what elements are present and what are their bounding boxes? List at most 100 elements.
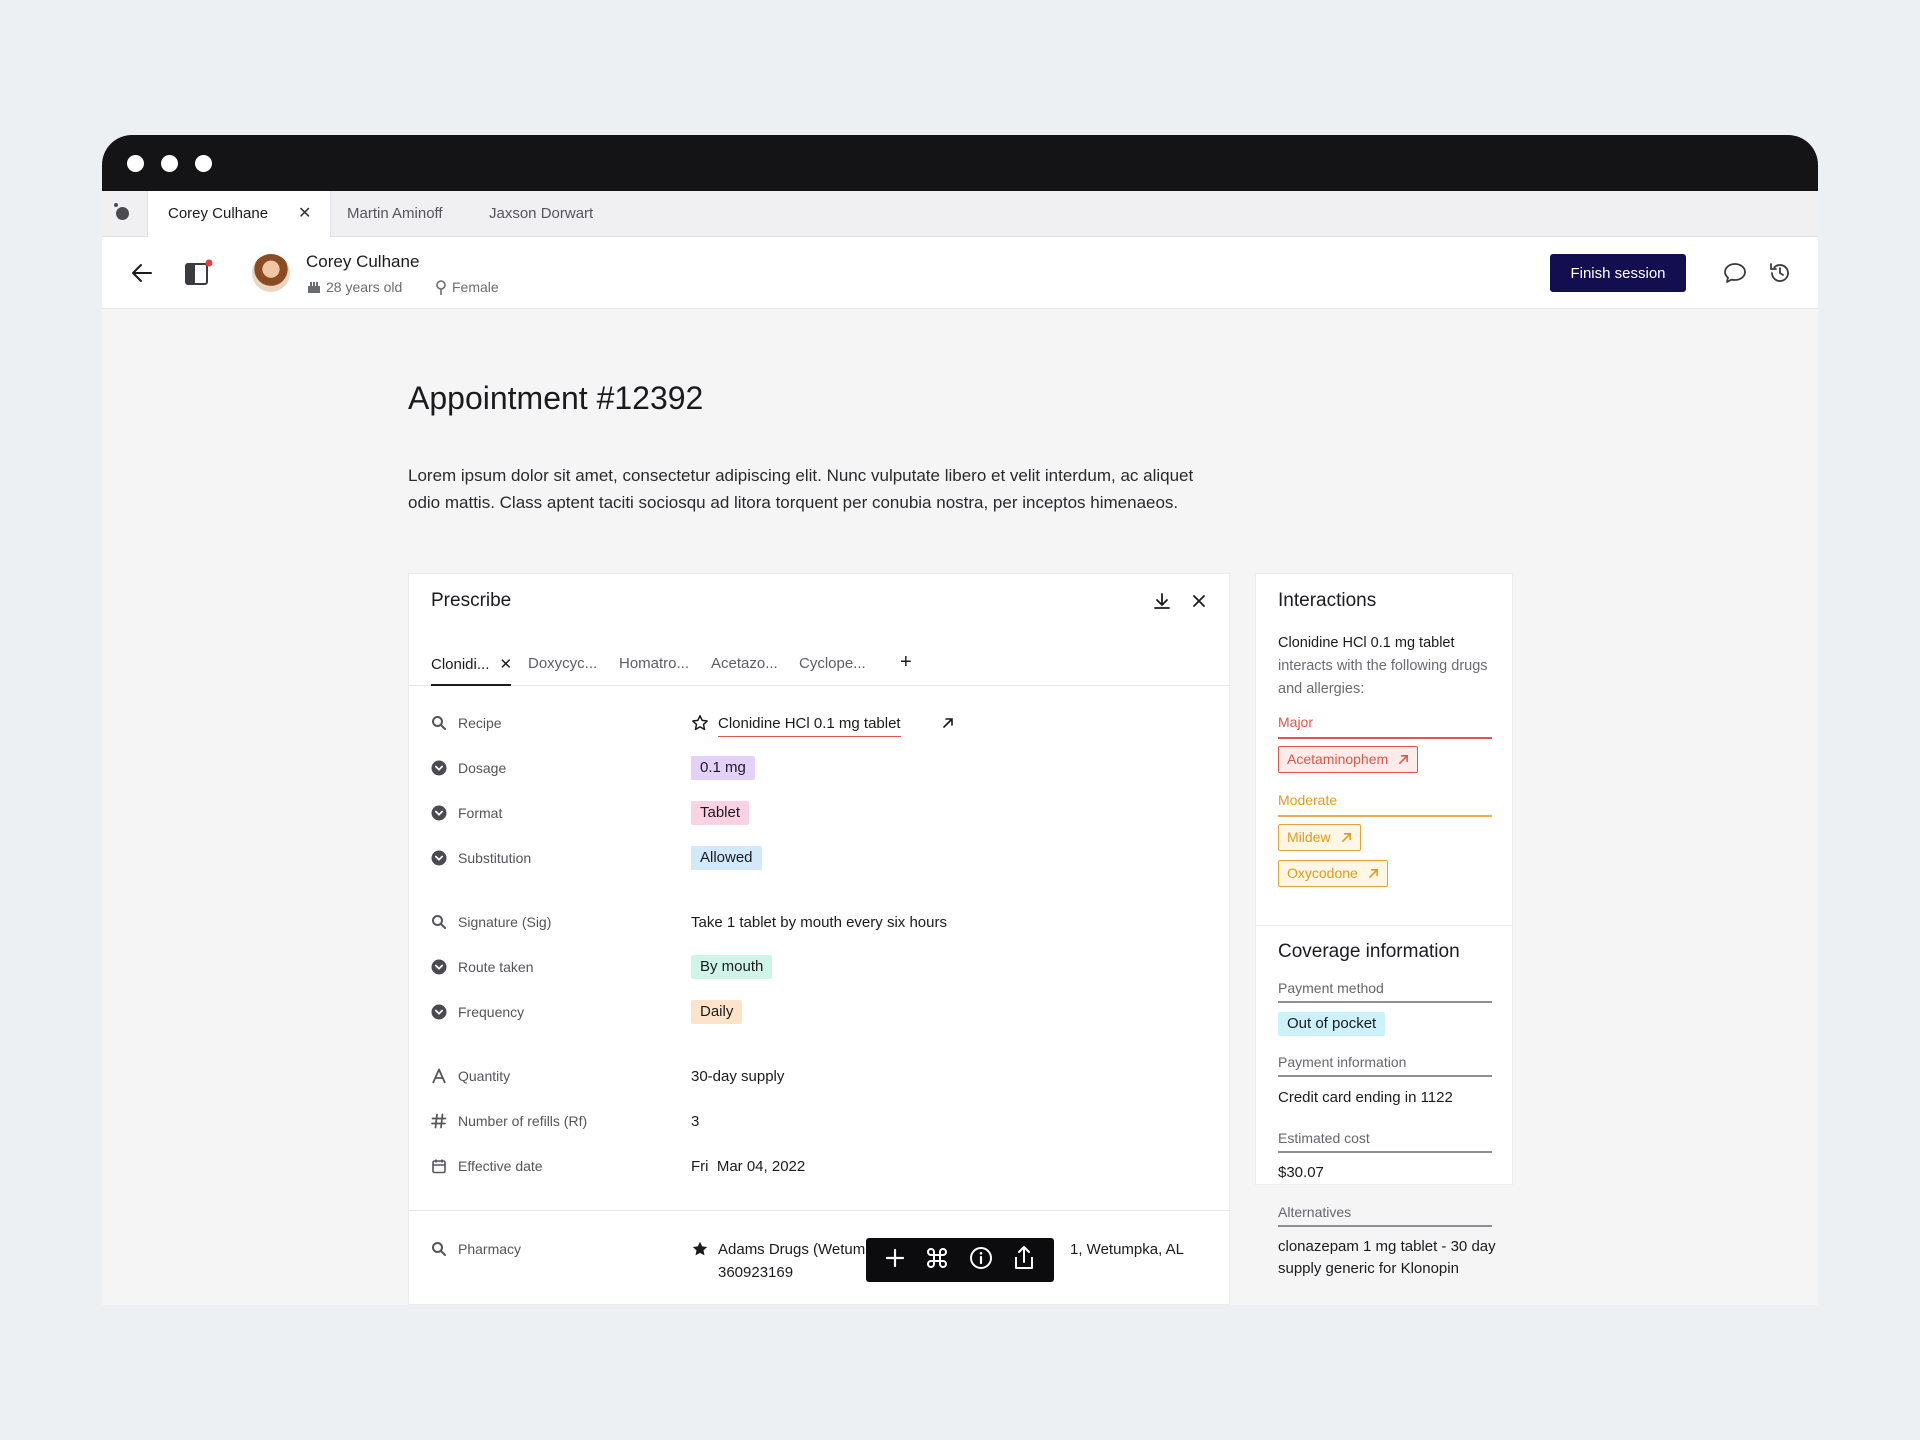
close-icon[interactable]: ✕ [298, 191, 311, 237]
chevron-down-circle-icon [431, 760, 447, 776]
appointment-description: Lorem ipsum dolor sit amet, consectetur … [408, 466, 1194, 512]
effective-date-day: Fri [691, 1158, 709, 1175]
close-icon[interactable] [1188, 590, 1210, 612]
search-icon [432, 915, 446, 929]
alternatives-divider [1278, 1225, 1492, 1227]
avatar [252, 254, 290, 292]
interaction-text: interacts with the following drugs and a… [1278, 658, 1488, 697]
patient-name: Corey Culhane [306, 252, 420, 271]
pharmacy-address: 1, Wetumpka, AL [1070, 1241, 1184, 1258]
cost-value: $30.07 [1278, 1164, 1324, 1181]
frequency-label: Frequency [458, 1004, 525, 1020]
gender-text: Female [452, 279, 499, 295]
download-icon[interactable] [1151, 590, 1173, 612]
external-link-arrow-icon [1341, 833, 1351, 842]
patient-tab-bar: Corey Culhane ✕ Martin Aminoff Jaxson Do… [102, 191, 1818, 238]
external-link-arrow-icon [1399, 755, 1409, 764]
format-row: Format Tablet [431, 799, 1211, 829]
substitution-pill[interactable]: Allowed [691, 846, 762, 870]
chat-icon[interactable] [1722, 261, 1748, 285]
page-title: Appointment #12392 [408, 380, 704, 416]
hash-icon [431, 1113, 447, 1129]
format-pill[interactable]: Tablet [691, 801, 750, 825]
refills-value[interactable]: 3 [691, 1113, 699, 1130]
dosage-pill[interactable]: 0.1 mg [691, 756, 755, 780]
pharmacy-label: Pharmacy [458, 1241, 522, 1257]
external-link-arrow-icon[interactable] [942, 717, 954, 729]
signature-label: Signature (Sig) [458, 914, 552, 930]
prescribe-card: Prescribe Clonidi... ✕ Doxycyc... Homatr… [408, 573, 1231, 1305]
quantity-value[interactable]: 30-day supply [691, 1068, 784, 1085]
plus-icon[interactable] [884, 1247, 906, 1274]
back-arrow-icon[interactable] [130, 261, 154, 285]
pharmacy-name[interactable]: Adams Drugs (Wetum [718, 1241, 865, 1258]
command-icon[interactable] [925, 1246, 949, 1275]
tab-martin-aminoff[interactable]: Martin Aminoff [347, 191, 443, 237]
substitution-row: Substitution Allowed [431, 844, 1211, 874]
recipe-label: Recipe [458, 715, 502, 731]
major-label: Major [1278, 714, 1314, 730]
prescribe-title: Prescribe [431, 590, 512, 611]
tab-acetazolamide[interactable]: Acetazo... [711, 655, 778, 672]
tab-jaxson-dorwart[interactable]: Jaxson Dorwart [489, 191, 593, 237]
tab-clonidine[interactable]: Clonidi... ✕ [431, 655, 512, 673]
history-icon[interactable] [1767, 260, 1793, 286]
effective-date-label: Effective date [458, 1158, 543, 1174]
alternatives-label: Alternatives [1278, 1204, 1352, 1220]
tab-homatropine[interactable]: Homatro... [619, 655, 689, 672]
moderate-label: Moderate [1278, 792, 1338, 808]
coverage-title: Coverage information [1278, 941, 1460, 962]
patient-header: Corey Culhane 28 years old Female Finish… [102, 237, 1818, 309]
interaction-chip-acetaminophem[interactable]: Acetaminophem [1278, 746, 1419, 773]
share-icon[interactable] [1012, 1245, 1036, 1276]
quantity-row: Quantity 30-day supply [431, 1062, 1211, 1092]
section-divider [409, 1210, 1231, 1211]
interaction-chip-mildew[interactable]: Mildew [1278, 824, 1361, 851]
chevron-down-circle-icon [431, 805, 447, 821]
cake-icon [308, 282, 320, 293]
major-divider [1278, 737, 1492, 739]
payment-method-label: Payment method [1278, 980, 1384, 996]
page-background [0, 1305, 1920, 1440]
interaction-chip-oxycodone[interactable]: Oxycodone [1278, 860, 1388, 887]
route-label: Route taken [458, 959, 534, 975]
chip-label: Mildew [1287, 829, 1331, 845]
route-row: Route taken By mouth [431, 953, 1211, 983]
window-close-dot[interactable] [127, 155, 144, 172]
triangle-a-icon [432, 1068, 446, 1084]
window-minimize-dot[interactable] [161, 155, 178, 172]
close-icon[interactable]: ✕ [500, 656, 513, 673]
tab-cyclopentolate[interactable]: Cyclope... [799, 655, 866, 672]
tab-label: Jaxson Dorwart [489, 205, 594, 222]
chevron-down-circle-icon [431, 959, 447, 975]
tab-corey-culhane[interactable]: Corey Culhane ✕ [147, 191, 331, 238]
star-outline-icon[interactable] [691, 714, 709, 732]
dosage-row: Dosage 0.1 mg [431, 754, 1211, 784]
chip-label: Acetaminophem [1287, 751, 1389, 767]
title-bar [102, 135, 1818, 191]
window-maximize-dot[interactable] [195, 155, 212, 172]
recipe-link[interactable]: Clonidine HCl 0.1 mg tablet [718, 715, 901, 737]
sidebar-toggle-icon[interactable] [184, 259, 214, 287]
moderate-divider [1278, 815, 1492, 817]
cost-divider [1278, 1151, 1492, 1153]
coverage-card: Coverage information Payment method Out … [1255, 925, 1513, 1277]
pharmacy-row: Pharmacy Adams Drugs (Wetum 1, Wetumpka,… [431, 1235, 1211, 1285]
app-logo-icon [114, 203, 129, 220]
payment-method-pill[interactable]: Out of pocket [1278, 1012, 1386, 1036]
effective-date-value[interactable]: Fri Mar 04, 2022 [691, 1158, 805, 1175]
route-pill[interactable]: By mouth [691, 955, 773, 979]
tab-label: Corey Culhane [168, 205, 269, 222]
recipe-row: Recipe Clonidine HCl 0.1 mg tablet [431, 709, 1211, 739]
info-icon[interactable] [969, 1246, 993, 1275]
star-filled-icon[interactable] [691, 1240, 709, 1258]
frequency-pill[interactable]: Daily [691, 1000, 743, 1024]
add-tab-plus-icon[interactable]: + [900, 651, 912, 674]
signature-value[interactable]: Take 1 tablet by mouth every six hours [691, 914, 947, 931]
tab-doxycycline[interactable]: Doxycyc... [528, 655, 597, 672]
interactions-description: Clonidine HCl 0.1 mg tablet interacts wi… [1278, 632, 1498, 701]
app-window: Corey Culhane ✕ Martin Aminoff Jaxson Do… [102, 135, 1818, 1305]
substitution-label: Substitution [458, 850, 532, 866]
alternatives-value: clonazepam 1 mg tablet - 30 day supply g… [1278, 1238, 1496, 1277]
finish-session-button[interactable]: Finish session [1550, 254, 1686, 292]
